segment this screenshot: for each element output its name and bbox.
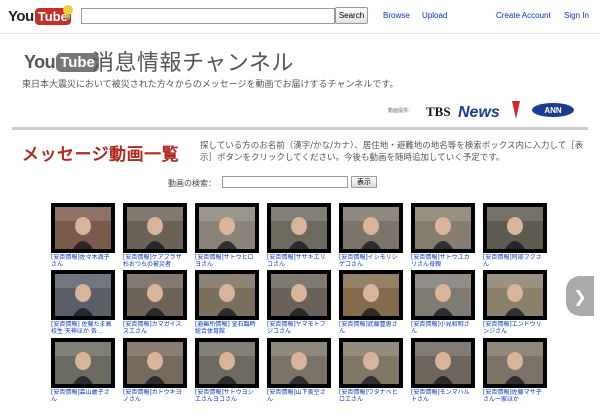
video-item[interactable]: [安否情報]ササキエリコさん: [267, 203, 331, 268]
video-thumbnail[interactable]: [267, 338, 331, 388]
video-title-link[interactable]: [安否情報]イシモリシゲコさん: [339, 254, 403, 268]
svg-text:News: News: [458, 104, 500, 121]
video-thumbnail[interactable]: [339, 270, 403, 320]
video-title-link[interactable]: [安否情報]ケアプラザ杉おつちの被災者: [123, 254, 187, 268]
video-item[interactable]: [安否情報]モンマハルトさん: [411, 338, 475, 403]
channel-youtube-logo: You Tube: [24, 52, 99, 73]
video-title-link[interactable]: [安否情報]カトウキヨノさん: [123, 389, 187, 403]
video-thumbnail[interactable]: [411, 203, 475, 253]
ann-logo: ANN: [532, 103, 574, 117]
video-thumbnail[interactable]: [411, 338, 475, 388]
video-title-link[interactable]: [避難所情報] 釜石臨時総合体育館: [195, 321, 259, 335]
video-thumbnail[interactable]: [51, 203, 115, 253]
video-title-link[interactable]: [安否情報]サトウヨシエさんヨコさん: [195, 389, 259, 403]
video-item[interactable]: [避難所情報] 釜石臨時総合体育館: [195, 270, 259, 335]
video-title-link[interactable]: [安否情報]ササキエリコさん: [267, 254, 331, 268]
video-title-link[interactable]: [安否情報]ヤマモトフジコさん: [267, 321, 331, 335]
video-thumbnail[interactable]: [195, 338, 259, 388]
video-thumbnail[interactable]: [267, 203, 331, 253]
video-title-link[interactable]: [安否情報]モンマハルトさん: [411, 389, 475, 403]
video-thumbnail[interactable]: [123, 270, 187, 320]
video-thumbnail[interactable]: [483, 203, 547, 253]
video-item[interactable]: [安否情報]森山麗子さん: [51, 338, 115, 403]
video-thumbnail[interactable]: [195, 270, 259, 320]
video-title-link[interactable]: [安否情報]佐々木満子さん: [51, 254, 115, 268]
video-item[interactable]: [安否情報]小見和明さん: [411, 270, 475, 335]
svg-text:TBS: TBS: [426, 104, 451, 119]
video-item[interactable]: [安否情報] 佐藤たま高校生 天神ほか 各…: [51, 270, 115, 335]
chevron-right-icon: ❯: [573, 286, 587, 306]
video-thumbnail[interactable]: [51, 338, 115, 388]
create-account-link[interactable]: Create Account: [496, 11, 551, 20]
video-item[interactable]: [安否情報]エンドウリンジさん: [483, 270, 547, 335]
top-bar: You Tube Search Browse Upload Create Acco…: [0, 0, 600, 34]
video-thumbnail[interactable]: [411, 270, 475, 320]
video-item[interactable]: [安否情報]ヤマモトフジコさん: [267, 270, 331, 335]
video-item[interactable]: [安否情報]ワタナベヒロエさん: [339, 338, 403, 403]
video-title-link[interactable]: [安否情報]サトウユカリさん母親: [411, 254, 475, 268]
video-title-link[interactable]: [安否情報]カマガイススエさん: [123, 321, 187, 335]
video-title-link[interactable]: [安否情報]森山麗子さん: [51, 389, 115, 403]
video-item[interactable]: [安否情報]阿部フクさん: [483, 203, 547, 268]
next-page-button[interactable]: ❯: [566, 276, 594, 316]
video-item[interactable]: [安否情報]ケアプラザ杉おつちの被災者: [123, 203, 187, 268]
video-title-link[interactable]: [安否情報]ワタナベヒロエさん: [339, 389, 403, 403]
search-input[interactable]: [81, 8, 335, 24]
video-title-link[interactable]: [安否情報]サトウヒロヨさん: [195, 254, 259, 268]
video-thumbnail[interactable]: [123, 338, 187, 388]
video-item[interactable]: [安否情報]山下美空さん: [267, 338, 331, 403]
video-search-label: 動画の検索：: [168, 179, 216, 188]
upload-link[interactable]: Upload: [422, 11, 447, 20]
provided-by-label: 動画提供：: [388, 108, 414, 114]
search-button[interactable]: Search: [335, 7, 368, 24]
lightbulb-icon: [63, 5, 73, 20]
video-item[interactable]: [安否情報]武藤豊恵さん: [339, 270, 403, 335]
channel-logo-you: You: [24, 52, 56, 72]
video-thumbnail[interactable]: [483, 270, 547, 320]
video-item[interactable]: [安否情報]カトウキヨノさん: [123, 338, 187, 403]
video-item[interactable]: [安否情報]佐々木満子さん: [51, 203, 115, 268]
video-title-link[interactable]: [安否情報]佐藤マサ子さん一家ほか: [483, 389, 547, 403]
video-title-link[interactable]: [安否情報]山下美空さん: [267, 389, 331, 403]
sign-in-link[interactable]: Sign In: [564, 11, 589, 20]
video-title-link[interactable]: [安否情報]エンドウリンジさん: [483, 321, 547, 335]
video-item[interactable]: [安否情報]サトウヨシエさんヨコさん: [195, 338, 259, 403]
video-title-link[interactable]: [安否情報] 佐藤たま高校生 天神ほか 各…: [51, 321, 115, 335]
video-thumbnail[interactable]: [339, 338, 403, 388]
video-thumbnail[interactable]: [483, 338, 547, 388]
video-item[interactable]: [安否情報]佐藤マサ子さん一家ほか: [483, 338, 547, 403]
video-title-link[interactable]: [安否情報]小見和明さん: [411, 321, 475, 335]
video-item[interactable]: [安否情報]カマガイススエさん: [123, 270, 187, 335]
channel-title: 消息情報チャンネル: [92, 51, 294, 76]
video-item[interactable]: [安否情報]サトウユカリさん母親: [411, 203, 475, 268]
message-videos-heading: メッセージ動画一覧: [22, 145, 180, 165]
video-thumbnail[interactable]: [51, 270, 115, 320]
video-thumbnail[interactable]: [195, 203, 259, 253]
video-item[interactable]: [安否情報]イシモリシゲコさん: [339, 203, 403, 268]
video-thumbnail[interactable]: [123, 203, 187, 253]
browse-link[interactable]: Browse: [383, 11, 410, 20]
video-title-link[interactable]: [安否情報]武藤豊恵さん: [339, 321, 403, 335]
video-thumbnail[interactable]: [339, 203, 403, 253]
video-search-input[interactable]: [222, 176, 348, 188]
video-search-button[interactable]: 表示: [351, 176, 377, 188]
logo-you-text: You: [8, 7, 34, 25]
video-title-link[interactable]: [安否情報]阿部フクさん: [483, 254, 547, 268]
tbs-news-logo: TBS News: [426, 101, 520, 121]
channel-subtitle: 東日本大震災において被災された方々からのメッセージを動画でお届けするチャンネルで…: [22, 80, 399, 90]
video-thumbnail[interactable]: [267, 270, 331, 320]
search-instructions: 探している方のお名前（漢字/かな/カナ）、居住地・避難地の地名等を検索ボックス内…: [200, 141, 584, 163]
video-item[interactable]: [安否情報]サトウヒロヨさん: [195, 203, 259, 268]
header-divider: [12, 127, 588, 130]
channel-header: You Tube 消息情報チャンネル 東日本大震災において被災された方々からのメッ…: [0, 35, 600, 128]
